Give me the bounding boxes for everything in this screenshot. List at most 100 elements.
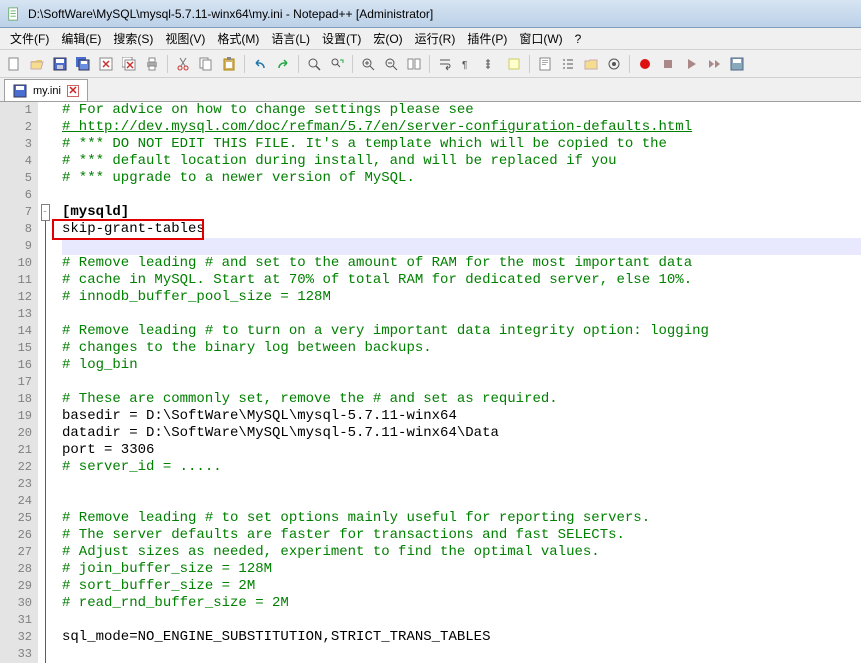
- code-line[interactable]: port = 3306: [62, 442, 154, 458]
- copy-button[interactable]: [196, 54, 216, 74]
- menu-window[interactable]: 窗口(W): [513, 28, 568, 49]
- save-macro-button[interactable]: [727, 54, 747, 74]
- show-all-chars-button[interactable]: ¶: [458, 54, 478, 74]
- line-number: 11: [0, 272, 32, 289]
- line-number: 14: [0, 323, 32, 340]
- fold-line: [45, 306, 46, 323]
- line-number: 16: [0, 357, 32, 374]
- line-number: 9: [0, 238, 32, 255]
- sync-scroll-button[interactable]: [404, 54, 424, 74]
- code-line[interactable]: # *** default location during install, a…: [62, 153, 617, 169]
- file-tab-active[interactable]: my.ini ✕: [4, 79, 88, 101]
- save-all-button[interactable]: [73, 54, 93, 74]
- menu-settings[interactable]: 设置(T): [316, 28, 367, 49]
- folder-workspace-button[interactable]: [581, 54, 601, 74]
- new-file-button[interactable]: [4, 54, 24, 74]
- cut-button[interactable]: [173, 54, 193, 74]
- code-line[interactable]: sql_mode=NO_ENGINE_SUBSTITUTION,STRICT_T…: [62, 629, 490, 645]
- fold-line: [45, 527, 46, 544]
- menu-run[interactable]: 运行(R): [409, 28, 462, 49]
- menu-search[interactable]: 搜索(S): [107, 28, 159, 49]
- menu-language[interactable]: 语言(L): [265, 28, 316, 49]
- code-area[interactable]: # For advice on how to change settings p…: [52, 102, 861, 663]
- word-wrap-button[interactable]: [435, 54, 455, 74]
- line-number: 27: [0, 544, 32, 561]
- line-number: 23: [0, 476, 32, 493]
- line-number: 17: [0, 374, 32, 391]
- code-line[interactable]: # innodb_buffer_pool_size = 128M: [62, 289, 331, 305]
- menu-help[interactable]: ?: [569, 30, 588, 48]
- record-icon: [640, 59, 650, 69]
- line-number: 13: [0, 306, 32, 323]
- code-line[interactable]: # server_id = .....: [62, 459, 222, 475]
- open-file-button[interactable]: [27, 54, 47, 74]
- stop-macro-button[interactable]: [658, 54, 678, 74]
- fold-line: [45, 289, 46, 306]
- user-lang-button[interactable]: [504, 54, 524, 74]
- func-list-button[interactable]: [558, 54, 578, 74]
- line-number: 18: [0, 391, 32, 408]
- code-line[interactable]: # join_buffer_size = 128M: [62, 561, 272, 577]
- doc-map-button[interactable]: [535, 54, 555, 74]
- code-line[interactable]: # *** DO NOT EDIT THIS FILE. It's a temp…: [62, 136, 667, 152]
- close-button[interactable]: [96, 54, 116, 74]
- save-button[interactable]: [50, 54, 70, 74]
- line-number: 21: [0, 442, 32, 459]
- fold-line: [45, 272, 46, 289]
- code-line[interactable]: # http://dev.mysql.com/doc/refman/5.7/en…: [62, 119, 692, 135]
- line-number: 31: [0, 612, 32, 629]
- code-line[interactable]: # The server defaults are faster for tra…: [62, 527, 625, 543]
- code-line[interactable]: # Remove leading # to turn on a very imp…: [62, 323, 709, 339]
- menu-macro[interactable]: 宏(O): [367, 28, 408, 49]
- code-line[interactable]: skip-grant-tables: [62, 221, 205, 237]
- indent-guide-button[interactable]: [481, 54, 501, 74]
- code-line[interactable]: # read_rnd_buffer_size = 2M: [62, 595, 289, 611]
- undo-button[interactable]: [250, 54, 270, 74]
- play-macro-multi-button[interactable]: [704, 54, 724, 74]
- paste-button[interactable]: [219, 54, 239, 74]
- menu-plugins[interactable]: 插件(P): [461, 28, 513, 49]
- code-line[interactable]: datadir = D:\SoftWare\MySQL\mysql-5.7.11…: [62, 425, 499, 441]
- fold-column: -: [38, 102, 52, 663]
- code-line[interactable]: # *** upgrade to a newer version of MySQ…: [62, 170, 415, 186]
- fold-line: [45, 238, 46, 255]
- menu-view[interactable]: 视图(V): [159, 28, 211, 49]
- toolbar-separator: [298, 55, 299, 73]
- code-line[interactable]: # These are commonly set, remove the # a…: [62, 391, 558, 407]
- find-button[interactable]: [304, 54, 324, 74]
- replace-button[interactable]: [327, 54, 347, 74]
- code-line[interactable]: # Remove leading # and set to the amount…: [62, 255, 692, 271]
- code-line[interactable]: # sort_buffer_size = 2M: [62, 578, 255, 594]
- print-button[interactable]: [142, 54, 162, 74]
- code-line[interactable]: [mysqld]: [62, 204, 129, 220]
- menu-format[interactable]: 格式(M): [211, 28, 265, 49]
- close-all-button[interactable]: [119, 54, 139, 74]
- tab-close-icon[interactable]: ✕: [67, 85, 79, 97]
- fold-line: [45, 323, 46, 340]
- code-line[interactable]: # Remove leading # to set options mainly…: [62, 510, 650, 526]
- code-line[interactable]: # For advice on how to change settings p…: [62, 102, 474, 118]
- code-line[interactable]: # cache in MySQL. Start at 70% of total …: [62, 272, 692, 288]
- fold-toggle-icon[interactable]: -: [41, 204, 50, 221]
- redo-button[interactable]: [273, 54, 293, 74]
- menu-file[interactable]: 文件(F): [4, 28, 55, 49]
- line-number: 5: [0, 170, 32, 187]
- zoom-out-button[interactable]: [381, 54, 401, 74]
- line-number: 10: [0, 255, 32, 272]
- record-macro-button[interactable]: [635, 54, 655, 74]
- play-macro-button[interactable]: [681, 54, 701, 74]
- code-line[interactable]: # changes to the binary log between back…: [62, 340, 432, 356]
- code-line[interactable]: # log_bin: [62, 357, 138, 373]
- fold-line: [45, 578, 46, 595]
- code-editor[interactable]: 1234567891011121314151617181920212223242…: [0, 102, 861, 655]
- fold-line: [45, 612, 46, 629]
- line-number: 28: [0, 561, 32, 578]
- monitor-button[interactable]: [604, 54, 624, 74]
- menu-edit[interactable]: 编辑(E): [55, 28, 107, 49]
- toolbar-separator: [629, 55, 630, 73]
- code-line[interactable]: basedir = D:\SoftWare\MySQL\mysql-5.7.11…: [62, 408, 457, 424]
- code-line[interactable]: # Adjust sizes as needed, experiment to …: [62, 544, 600, 560]
- fold-line: [45, 391, 46, 408]
- zoom-in-button[interactable]: [358, 54, 378, 74]
- line-number: 2: [0, 119, 32, 136]
